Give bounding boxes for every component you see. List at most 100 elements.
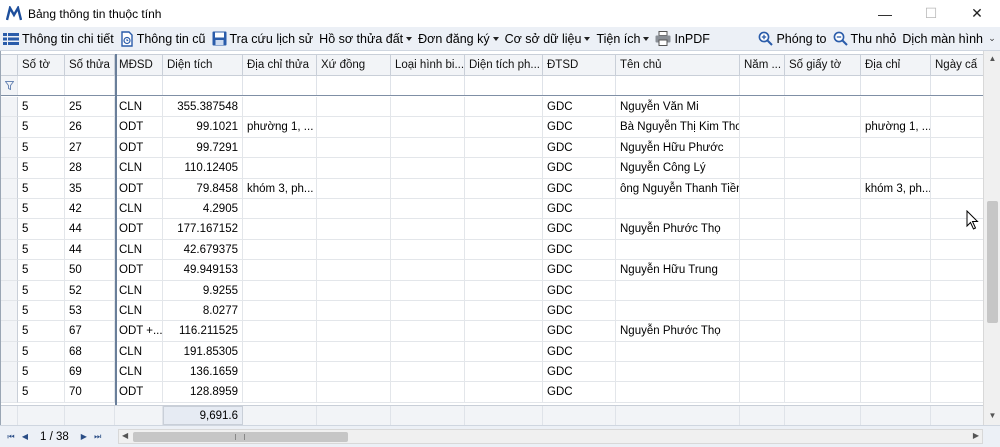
- table-cell[interactable]: [931, 260, 983, 281]
- filter-cell[interactable]: [931, 76, 983, 95]
- table-cell[interactable]: [243, 341, 317, 363]
- table-cell[interactable]: [740, 97, 785, 118]
- table-cell[interactable]: [391, 219, 465, 240]
- table-cell[interactable]: GDC: [543, 178, 616, 199]
- table-cell[interactable]: [391, 178, 465, 199]
- table-cell[interactable]: GDC: [543, 300, 616, 322]
- table-cell[interactable]: [740, 158, 785, 179]
- horizontal-scrollbar[interactable]: ◀ ▶: [118, 429, 983, 444]
- table-cell[interactable]: [616, 341, 740, 363]
- table-cell[interactable]: GDC: [543, 321, 616, 342]
- table-cell[interactable]: 42: [65, 198, 115, 220]
- table-cell[interactable]: [931, 362, 983, 383]
- maximize-button[interactable]: ☐: [908, 0, 954, 27]
- table-cell[interactable]: [785, 219, 861, 240]
- table-cell[interactable]: GDC: [543, 117, 616, 138]
- table-cell[interactable]: [317, 300, 391, 322]
- filter-icon[interactable]: [1, 76, 18, 95]
- table-cell[interactable]: [391, 280, 465, 301]
- utilities-menu[interactable]: Tiện ích: [593, 28, 652, 50]
- table-cell[interactable]: [785, 117, 861, 138]
- column-header[interactable]: Số thửa: [65, 55, 115, 75]
- column-header[interactable]: Địa chỉ thửa: [243, 55, 317, 75]
- table-cell[interactable]: [391, 97, 465, 118]
- table-cell[interactable]: [243, 158, 317, 179]
- table-cell[interactable]: 44: [65, 219, 115, 240]
- row-indicator[interactable]: [1, 260, 18, 281]
- row-indicator[interactable]: [1, 137, 18, 159]
- table-cell[interactable]: [243, 382, 317, 403]
- table-row[interactable]: 5 26 ODT 99.1021 phường 1, ... GDC Bà Nguyễn T…: [1, 117, 983, 138]
- filter-cell[interactable]: [465, 76, 543, 95]
- table-cell[interactable]: [243, 362, 317, 383]
- table-cell[interactable]: [785, 280, 861, 301]
- table-cell[interactable]: 191.85305: [163, 341, 243, 363]
- table-cell[interactable]: [243, 198, 317, 220]
- table-row[interactable]: 5 67 ODT +... 116.211525 GDC Nguyễn Phước Thọ: [1, 321, 983, 342]
- table-cell[interactable]: [861, 219, 931, 240]
- table-cell[interactable]: [931, 97, 983, 118]
- table-cell[interactable]: [243, 321, 317, 342]
- table-cell[interactable]: CLN: [115, 198, 163, 220]
- table-cell[interactable]: [785, 178, 861, 199]
- table-cell[interactable]: [616, 300, 740, 322]
- table-cell[interactable]: 4.2905: [163, 198, 243, 220]
- table-cell[interactable]: GDC: [543, 97, 616, 118]
- table-cell[interactable]: 70: [65, 382, 115, 403]
- table-cell[interactable]: [391, 117, 465, 138]
- table-cell[interactable]: [243, 280, 317, 301]
- table-cell[interactable]: ODT: [115, 219, 163, 240]
- table-cell[interactable]: [465, 198, 543, 220]
- table-cell[interactable]: [391, 300, 465, 322]
- table-cell[interactable]: 50: [65, 260, 115, 281]
- history-lookup-button[interactable]: Tra cứu lịch sử: [209, 28, 317, 50]
- column-header[interactable]: ĐTSD: [543, 55, 616, 75]
- table-cell[interactable]: [740, 382, 785, 403]
- table-cell[interactable]: [317, 260, 391, 281]
- zoom-out-button[interactable]: Thu nhỏ: [830, 28, 900, 50]
- table-cell[interactable]: [861, 137, 931, 159]
- table-cell[interactable]: Nguyễn Công Lý: [616, 158, 740, 179]
- table-row[interactable]: 5 69 CLN 136.1659 GDC: [1, 362, 983, 383]
- table-cell[interactable]: [317, 362, 391, 383]
- table-cell[interactable]: ODT +...: [115, 321, 163, 342]
- table-cell[interactable]: 9.9255: [163, 280, 243, 301]
- table-cell[interactable]: [931, 382, 983, 403]
- table-cell[interactable]: [243, 260, 317, 281]
- row-indicator[interactable]: [1, 97, 18, 118]
- table-cell[interactable]: 5: [18, 137, 65, 159]
- table-cell[interactable]: [465, 137, 543, 159]
- scroll-down-icon[interactable]: ▼: [988, 411, 997, 420]
- table-cell[interactable]: Nguyễn Phước Thọ: [616, 321, 740, 342]
- table-cell[interactable]: 49.949153: [163, 260, 243, 281]
- horizontal-scroll-thumb[interactable]: [133, 432, 348, 442]
- table-cell[interactable]: [317, 321, 391, 342]
- table-cell[interactable]: [465, 117, 543, 138]
- filter-cell[interactable]: [18, 76, 65, 95]
- table-cell[interactable]: phường 1, ...: [243, 117, 317, 138]
- table-cell[interactable]: [740, 117, 785, 138]
- table-cell[interactable]: ODT: [115, 137, 163, 159]
- detail-info-button[interactable]: Thông tin chi tiết: [0, 28, 117, 50]
- row-indicator[interactable]: [1, 382, 18, 403]
- table-cell[interactable]: 53: [65, 300, 115, 322]
- table-row[interactable]: 5 44 ODT 177.167152 GDC Nguyễn Phước Thọ: [1, 219, 983, 240]
- table-cell[interactable]: [931, 342, 983, 363]
- table-cell[interactable]: [465, 219, 543, 240]
- column-header[interactable]: Địa chỉ: [861, 55, 931, 75]
- table-cell[interactable]: [465, 158, 543, 179]
- table-cell[interactable]: 110.12405: [163, 158, 243, 179]
- table-cell[interactable]: [861, 97, 931, 118]
- table-cell[interactable]: 5: [18, 362, 65, 383]
- land-file-menu[interactable]: Hồ sơ thửa đất: [316, 28, 415, 50]
- table-cell[interactable]: Nguyễn Hữu Trung: [616, 260, 740, 281]
- table-row[interactable]: 5 70 ODT 128.8959 GDC: [1, 382, 983, 403]
- table-cell[interactable]: [740, 239, 785, 261]
- table-cell[interactable]: [785, 260, 861, 281]
- row-indicator[interactable]: [1, 219, 18, 240]
- table-cell[interactable]: [317, 198, 391, 220]
- filter-cell[interactable]: [115, 76, 163, 95]
- table-cell[interactable]: [317, 137, 391, 159]
- table-cell[interactable]: [740, 280, 785, 301]
- table-cell[interactable]: phường 1, ...: [861, 117, 931, 138]
